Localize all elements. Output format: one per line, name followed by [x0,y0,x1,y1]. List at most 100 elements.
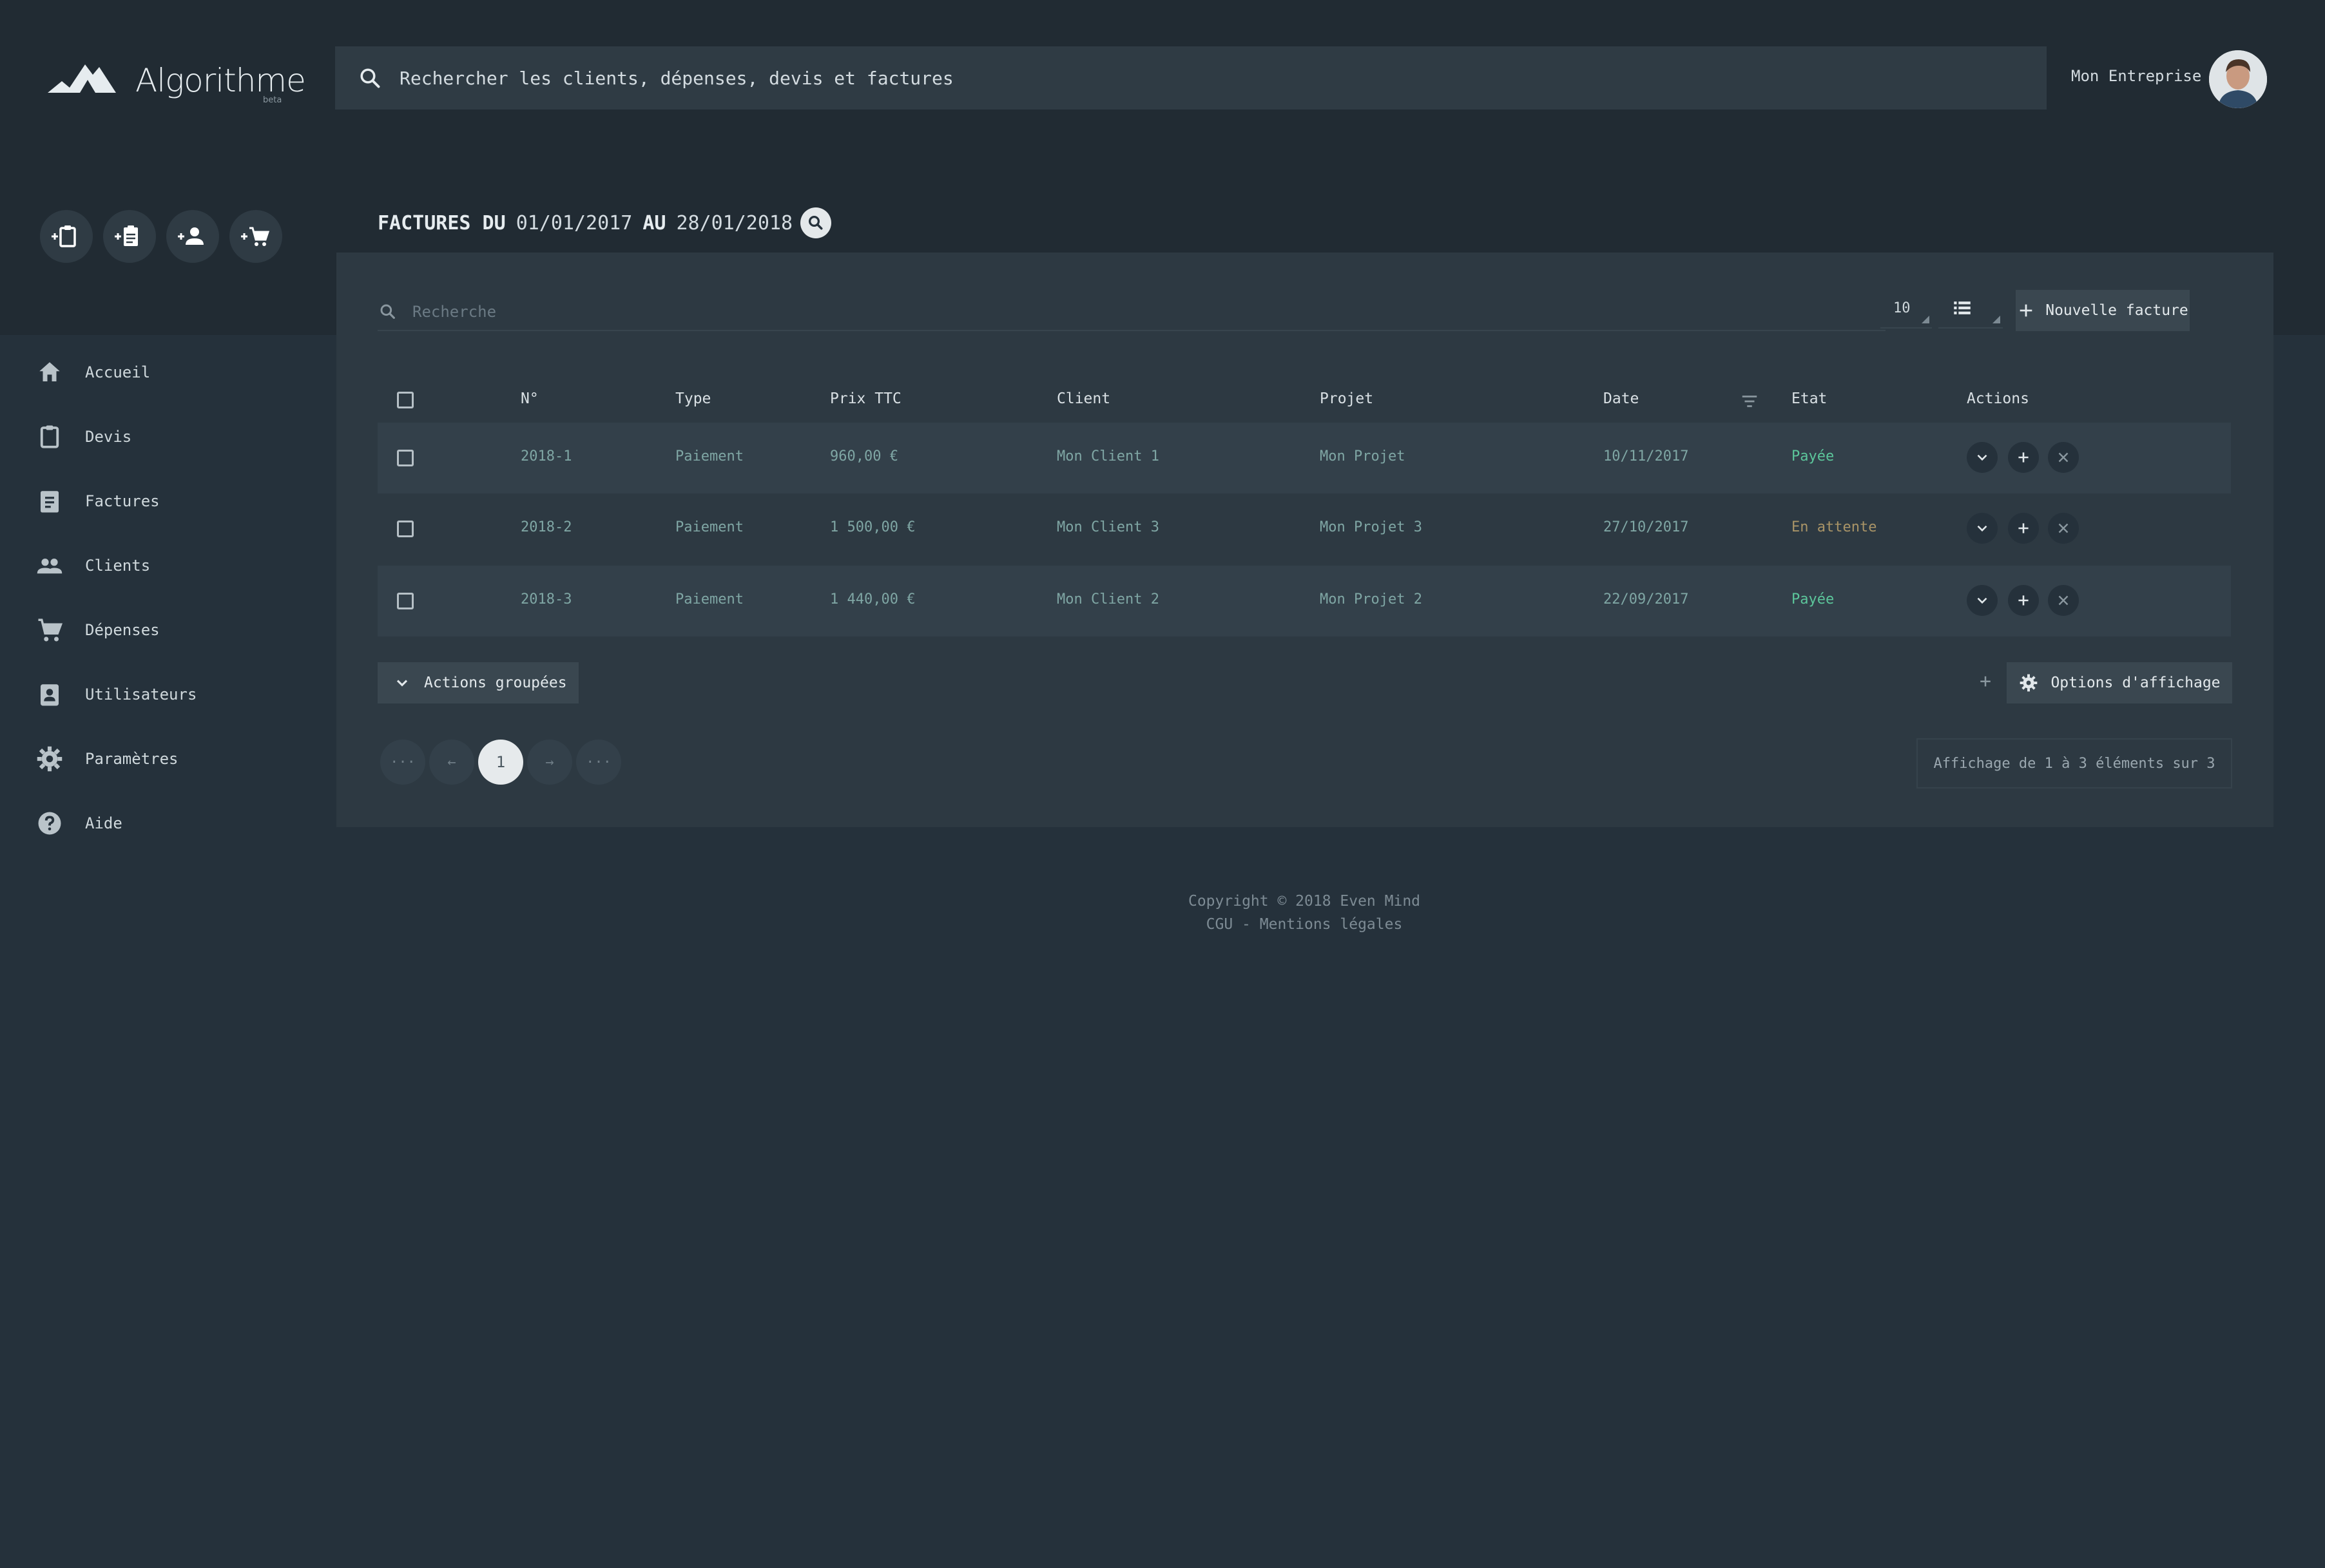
display-options-button[interactable]: Options d'affichage [2007,662,2232,703]
cell-client[interactable]: Mon Client 2 [1057,591,1159,607]
row-delete-button[interactable] [2048,513,2079,544]
dropdown-arrow-icon [1992,316,2000,323]
table-row[interactable]: 2018-1 Paiement 960,00 € Mon Client 1 Mo… [378,423,2231,493]
chevron-down-icon [396,680,408,687]
sidebar-item-accueil[interactable]: Accueil [0,340,335,405]
date-from[interactable]: 01/01/2017 [516,212,633,234]
table-search[interactable]: Recherche [378,294,1886,331]
sidebar-item-factures[interactable]: Factures [0,469,335,533]
column-header-price[interactable]: Prix TTC [830,390,902,407]
column-header-status[interactable]: Etat [1791,390,1827,407]
cell-type: Paiement [675,591,744,607]
column-header-type[interactable]: Type [675,390,711,407]
cell-number[interactable]: 2018-2 [521,519,572,535]
company-name[interactable]: Mon Entreprise [2071,67,2201,85]
cell-price: 1 440,00 € [830,591,916,607]
brand-name: Algorithme [135,62,306,99]
global-search-input[interactable]: Rechercher les clients, dépenses, devis … [400,68,954,89]
column-header-date[interactable]: Date [1603,390,1639,407]
cell-type: Paiement [675,448,744,464]
quick-add-client-button[interactable] [166,210,219,263]
row-delete-button[interactable] [2048,442,2079,473]
row-add-button[interactable] [2008,513,2039,544]
row-expand-button[interactable] [1967,585,1998,616]
pagination-first[interactable]: ··· [380,740,425,785]
sidebar-item-depenses[interactable]: Dépenses [0,598,335,662]
new-invoice-label: Nouvelle facture [2045,302,2188,319]
column-header-client[interactable]: Client [1057,390,1110,407]
title-mid: AU [642,211,666,234]
global-search-bar[interactable]: Rechercher les clients, dépenses, devis … [335,46,2047,110]
new-invoice-button[interactable]: Nouvelle facture [2016,290,2190,331]
chevron-down-icon [1977,454,1987,461]
search-icon [360,68,380,88]
avatar[interactable] [2209,50,2267,108]
user-badge-icon [41,684,59,706]
cell-client[interactable]: Mon Client 3 [1057,519,1159,535]
cell-project[interactable]: Mon Projet [1320,448,1405,464]
pagination-page-current[interactable]: 1 [478,740,523,785]
cell-price: 960,00 € [830,448,898,464]
cell-type: Paiement [675,519,744,535]
sort-icon[interactable] [1740,392,1759,411]
home-icon [39,362,60,381]
table-row[interactable]: 2018-3 Paiement 1 440,00 € Mon Client 2 … [378,566,2231,636]
per-page-value: 10 [1893,300,1911,316]
cell-date: 10/11/2017 [1603,448,1689,464]
plus-icon [2018,452,2029,463]
row-expand-button[interactable] [1967,442,1998,473]
table-row[interactable]: 2018-2 Paiement 1 500,00 € Mon Client 3 … [378,493,2231,564]
row-checkbox[interactable] [397,450,414,466]
beta-badge: beta [263,95,282,105]
row-add-button[interactable] [2008,442,2039,473]
cell-project[interactable]: Mon Projet 3 [1320,519,1422,535]
row-add-button[interactable] [2008,585,2039,616]
date-to[interactable]: 28/01/2018 [676,212,793,234]
column-header-project[interactable]: Projet [1320,390,1373,407]
cell-project[interactable]: Mon Projet 2 [1320,591,1422,607]
select-all-checkbox[interactable] [397,392,414,408]
column-header-number[interactable]: N° [521,390,539,407]
column-header-actions: Actions [1967,390,2029,407]
bulk-actions-button[interactable]: Actions groupées [378,662,579,703]
sidebar-item-clients[interactable]: Clients [0,533,335,598]
pagination-next[interactable]: → [527,740,572,785]
close-icon [2058,452,2069,463]
cell-price: 1 500,00 € [830,519,916,535]
status-badge: En attente [1791,519,1877,535]
close-icon [2058,523,2069,533]
table-search-input[interactable]: Recherche [412,303,496,321]
sidebar-item-aide[interactable]: Aide [0,791,335,856]
sidebar-item-devis[interactable]: Devis [0,405,335,469]
chevron-down-icon [1977,525,1987,532]
chevron-down-icon [1977,597,1987,604]
status-badge: Payée [1791,591,1835,607]
row-expand-button[interactable] [1967,513,1998,544]
cell-client[interactable]: Mon Client 1 [1057,448,1159,464]
quick-add-expense-button[interactable] [229,210,282,263]
quick-add-invoice-button[interactable] [103,210,156,263]
page-title: FACTURES DU 01/01/2017 AU 28/01/2018 [378,207,832,238]
date-filter-search-button[interactable] [800,207,832,238]
quick-add-quote-button[interactable] [40,210,93,263]
cell-number[interactable]: 2018-1 [521,448,572,464]
pagination-prev[interactable]: ← [429,740,474,785]
sidebar-item-utilisateurs[interactable]: Utilisateurs [0,662,335,727]
title-prefix: FACTURES DU [378,211,506,234]
per-page-select[interactable]: 10 [1880,289,1932,329]
sidebar-item-label: Devis [85,428,132,446]
bulk-actions-label: Actions groupées [424,674,567,691]
row-checkbox[interactable] [397,521,414,537]
mountain-logo-icon [48,64,116,93]
row-checkbox[interactable] [397,593,414,609]
brand-logo[interactable]: Algorithme beta [48,62,306,105]
pagination-last[interactable]: ··· [576,740,621,785]
row-delete-button[interactable] [2048,585,2079,616]
cell-date: 22/09/2017 [1603,591,1689,607]
add-invoice-icon [115,225,138,246]
add-column-button[interactable]: + [1980,670,1991,693]
cell-number[interactable]: 2018-3 [521,591,572,607]
footer-links[interactable]: CGU - Mentions légales [0,916,2325,933]
view-mode-select[interactable] [1938,289,2003,329]
sidebar-item-parametres[interactable]: Paramètres [0,727,335,791]
